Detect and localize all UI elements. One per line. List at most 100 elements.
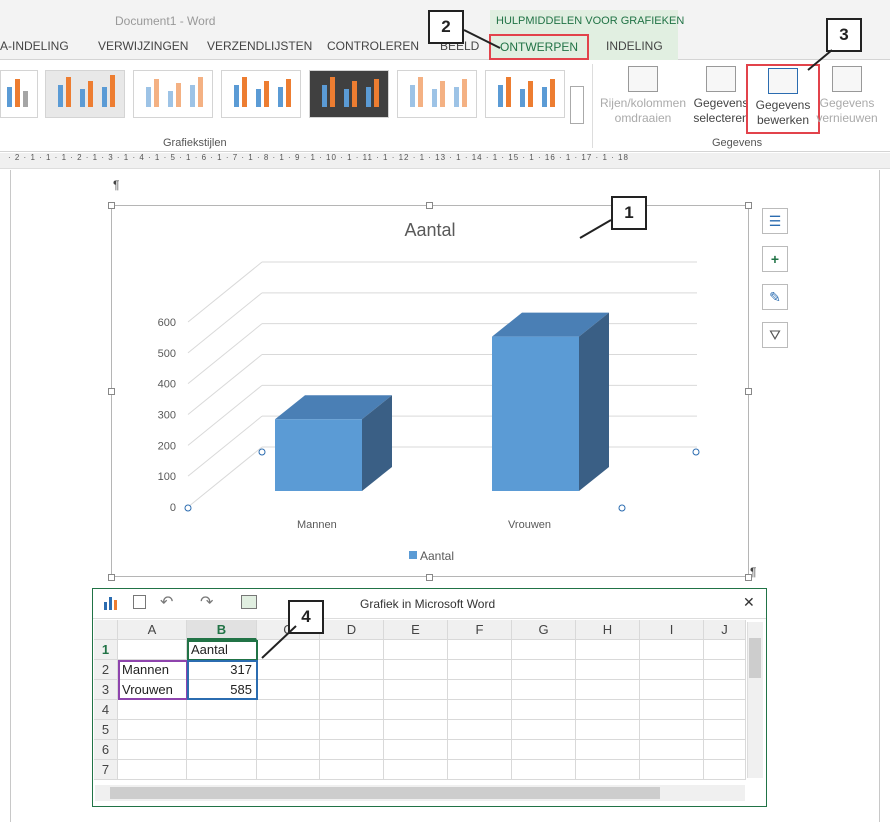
spreadsheet-cell[interactable] (257, 660, 320, 680)
spreadsheet-cell[interactable] (704, 740, 746, 760)
spreadsheet-cell[interactable] (640, 760, 704, 780)
spreadsheet-cell[interactable] (384, 740, 448, 760)
spreadsheet-cell[interactable] (320, 680, 384, 700)
spreadsheet-cell[interactable] (118, 720, 187, 740)
y-tick-label: 300 (158, 410, 176, 422)
spreadsheet-cell[interactable] (257, 700, 320, 720)
spreadsheet-cell[interactable] (257, 720, 320, 740)
spreadsheet-cell[interactable] (576, 700, 640, 720)
spreadsheet-cell[interactable]: Vrouwen (118, 680, 187, 700)
chart-layout-button[interactable]: ☰ (762, 208, 788, 234)
spreadsheet-cell[interactable] (576, 740, 640, 760)
spreadsheet-cell[interactable] (704, 640, 746, 660)
spreadsheet-cell[interactable] (640, 720, 704, 740)
spreadsheet-cell[interactable] (704, 720, 746, 740)
spreadsheet-cell[interactable] (448, 640, 512, 660)
undo-icon[interactable]: ↶ (160, 592, 173, 612)
spreadsheet-cell[interactable] (384, 720, 448, 740)
spreadsheet-cell[interactable] (257, 640, 320, 660)
spreadsheet-cell[interactable] (384, 700, 448, 720)
spreadsheet-cell[interactable] (320, 640, 384, 660)
column-header[interactable]: H (576, 620, 640, 640)
spreadsheet-cell[interactable] (512, 700, 576, 720)
column-header[interactable]: I (640, 620, 704, 640)
row-header[interactable]: 1 (94, 640, 118, 660)
spreadsheet-cell[interactable] (512, 720, 576, 740)
spreadsheet-cell[interactable] (448, 680, 512, 700)
spreadsheet-cell[interactable] (512, 640, 576, 660)
row-header[interactable]: 3 (94, 680, 118, 700)
spreadsheet-cell[interactable] (512, 660, 576, 680)
spreadsheet-cell[interactable] (257, 680, 320, 700)
column-header[interactable]: D (320, 620, 384, 640)
spreadsheet-cell[interactable] (187, 700, 257, 720)
column-header[interactable]: J (704, 620, 746, 640)
spreadsheet-cell[interactable] (448, 720, 512, 740)
spreadsheet-cell[interactable] (512, 680, 576, 700)
row-header[interactable]: 6 (94, 740, 118, 760)
edit-in-excel-icon[interactable] (241, 595, 257, 609)
spreadsheet-cell[interactable] (118, 760, 187, 780)
spreadsheet-cell[interactable] (118, 700, 187, 720)
spreadsheet-cell[interactable] (704, 700, 746, 720)
spreadsheet-cell[interactable] (187, 720, 257, 740)
spreadsheet-cell[interactable] (257, 740, 320, 760)
spreadsheet-cell[interactable] (384, 680, 448, 700)
spreadsheet-cell[interactable]: Mannen (118, 660, 187, 680)
row-header[interactable]: 4 (94, 700, 118, 720)
row-header[interactable]: 7 (94, 760, 118, 780)
spreadsheet-cell[interactable] (704, 680, 746, 700)
spreadsheet-cell[interactable] (576, 680, 640, 700)
spreadsheet-cell[interactable] (576, 760, 640, 780)
spreadsheet-cell[interactable]: Aantal (187, 640, 257, 660)
save-icon[interactable] (133, 595, 146, 609)
close-icon[interactable]: ✕ (743, 594, 755, 611)
spreadsheet-cell[interactable] (448, 760, 512, 780)
spreadsheet-cell[interactable] (640, 700, 704, 720)
spreadsheet-cell[interactable] (512, 740, 576, 760)
spreadsheet-cell[interactable] (384, 660, 448, 680)
spreadsheet-cell[interactable] (187, 760, 257, 780)
spreadsheet-cell[interactable] (448, 740, 512, 760)
spreadsheet-cell[interactable] (640, 680, 704, 700)
spreadsheet-cell[interactable] (704, 660, 746, 680)
spreadsheet-cell[interactable] (576, 660, 640, 680)
horizontal-scroll-thumb[interactable] (110, 787, 660, 799)
column-header[interactable]: G (512, 620, 576, 640)
spreadsheet-cell[interactable] (118, 640, 187, 660)
column-header[interactable]: B (187, 620, 257, 640)
spreadsheet-cell[interactable] (118, 740, 187, 760)
column-header[interactable]: F (448, 620, 512, 640)
spreadsheet-cell[interactable] (704, 760, 746, 780)
chart-styles-button[interactable]: ✎ (762, 284, 788, 310)
spreadsheet-cell[interactable] (576, 720, 640, 740)
row-header[interactable]: 5 (94, 720, 118, 740)
column-header[interactable]: E (384, 620, 448, 640)
spreadsheet-cell[interactable] (320, 740, 384, 760)
vertical-scroll-thumb[interactable] (749, 638, 761, 678)
spreadsheet-cell[interactable] (640, 740, 704, 760)
spreadsheet-cell[interactable] (448, 700, 512, 720)
spreadsheet-cell[interactable] (384, 760, 448, 780)
spreadsheet-cell[interactable] (320, 760, 384, 780)
spreadsheet-cell[interactable]: 317 (187, 660, 257, 680)
spreadsheet-cell[interactable] (187, 740, 257, 760)
select-all-corner[interactable] (94, 620, 118, 640)
spreadsheet-cell[interactable] (640, 660, 704, 680)
spreadsheet-cell[interactable] (576, 640, 640, 660)
column-header[interactable]: A (118, 620, 187, 640)
row-header[interactable]: 2 (94, 660, 118, 680)
bar (275, 419, 362, 491)
spreadsheet-cell[interactable] (640, 640, 704, 660)
spreadsheet-cell[interactable] (320, 700, 384, 720)
chart-filters-button[interactable]: ⛛ (762, 322, 788, 348)
spreadsheet-cell[interactable]: 585 (187, 680, 257, 700)
redo-icon[interactable]: ↷ (200, 592, 213, 612)
spreadsheet-cell[interactable] (384, 640, 448, 660)
spreadsheet-cell[interactable] (448, 660, 512, 680)
spreadsheet-cell[interactable] (512, 760, 576, 780)
spreadsheet-cell[interactable] (320, 660, 384, 680)
spreadsheet-cell[interactable] (320, 720, 384, 740)
spreadsheet-cell[interactable] (257, 760, 320, 780)
chart-elements-button[interactable]: + (762, 246, 788, 272)
